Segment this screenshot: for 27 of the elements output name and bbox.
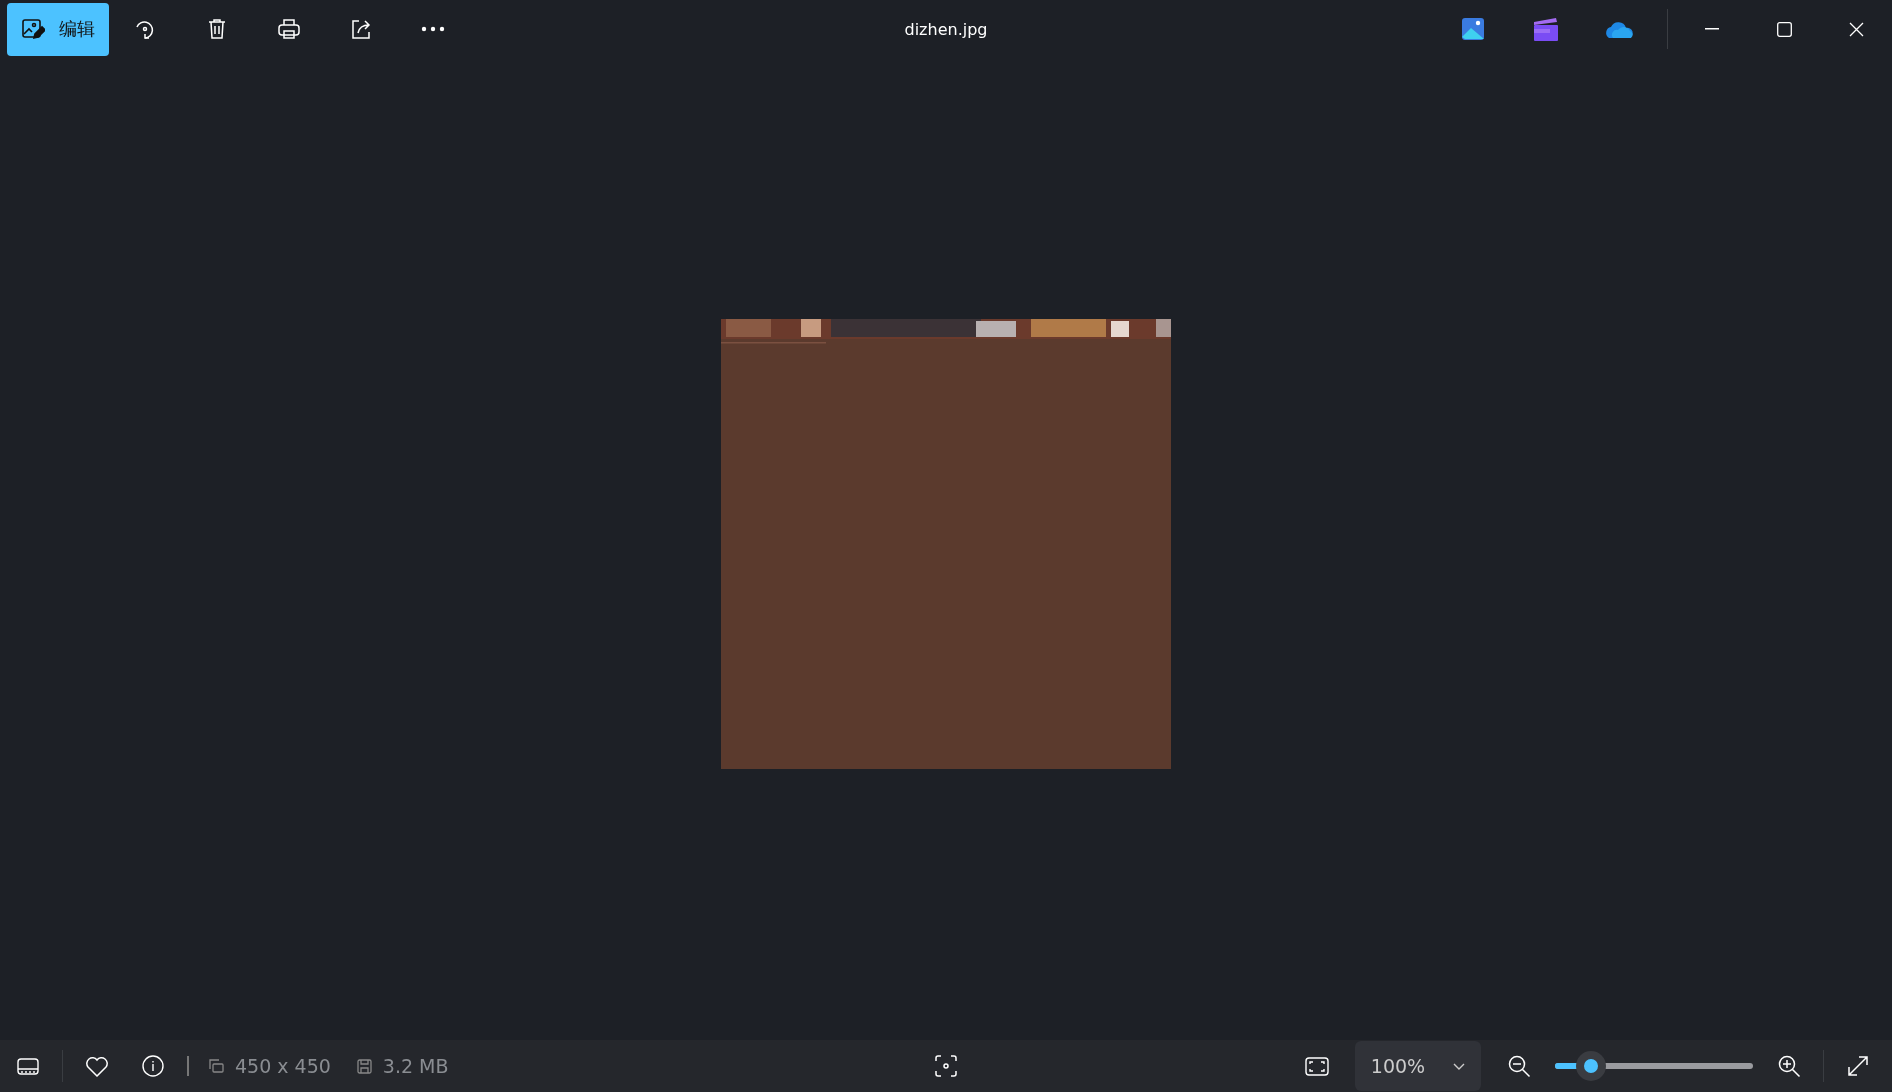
expand-icon <box>1847 1055 1869 1077</box>
scan-icon <box>935 1055 957 1077</box>
maximize-icon <box>1776 21 1792 37</box>
zoom-in-icon <box>1777 1054 1801 1078</box>
file-size: 3.2 MB <box>382 1055 449 1077</box>
printer-icon <box>277 17 301 41</box>
heart-icon <box>85 1055 109 1077</box>
minimize-icon <box>1705 28 1719 30</box>
fit-screen-icon <box>1305 1056 1329 1076</box>
save-icon <box>356 1058 372 1074</box>
dimensions-icon <box>207 1059 224 1073</box>
filmstrip-icon <box>17 1057 39 1075</box>
window-title: dizhen.jpg <box>904 19 988 39</box>
zoom-dropdown[interactable]: 100% <box>1355 1041 1481 1091</box>
clapperboard-icon <box>1533 17 1558 41</box>
info-icon <box>142 1055 164 1077</box>
chevron-down-icon <box>1453 1062 1466 1070</box>
slider-thumb[interactable] <box>1575 1051 1606 1081</box>
image-edit-icon <box>21 17 45 41</box>
zoom-slider[interactable] <box>1555 1051 1753 1081</box>
edit-button[interactable]: 编辑 <box>7 2 109 56</box>
landscape-icon <box>1461 18 1484 40</box>
more-icon <box>421 26 445 32</box>
close-icon <box>1848 21 1864 37</box>
share-icon <box>349 17 373 41</box>
zoom-out-icon <box>1507 1054 1531 1078</box>
image-dimensions: 450 x 450 <box>235 1055 331 1077</box>
